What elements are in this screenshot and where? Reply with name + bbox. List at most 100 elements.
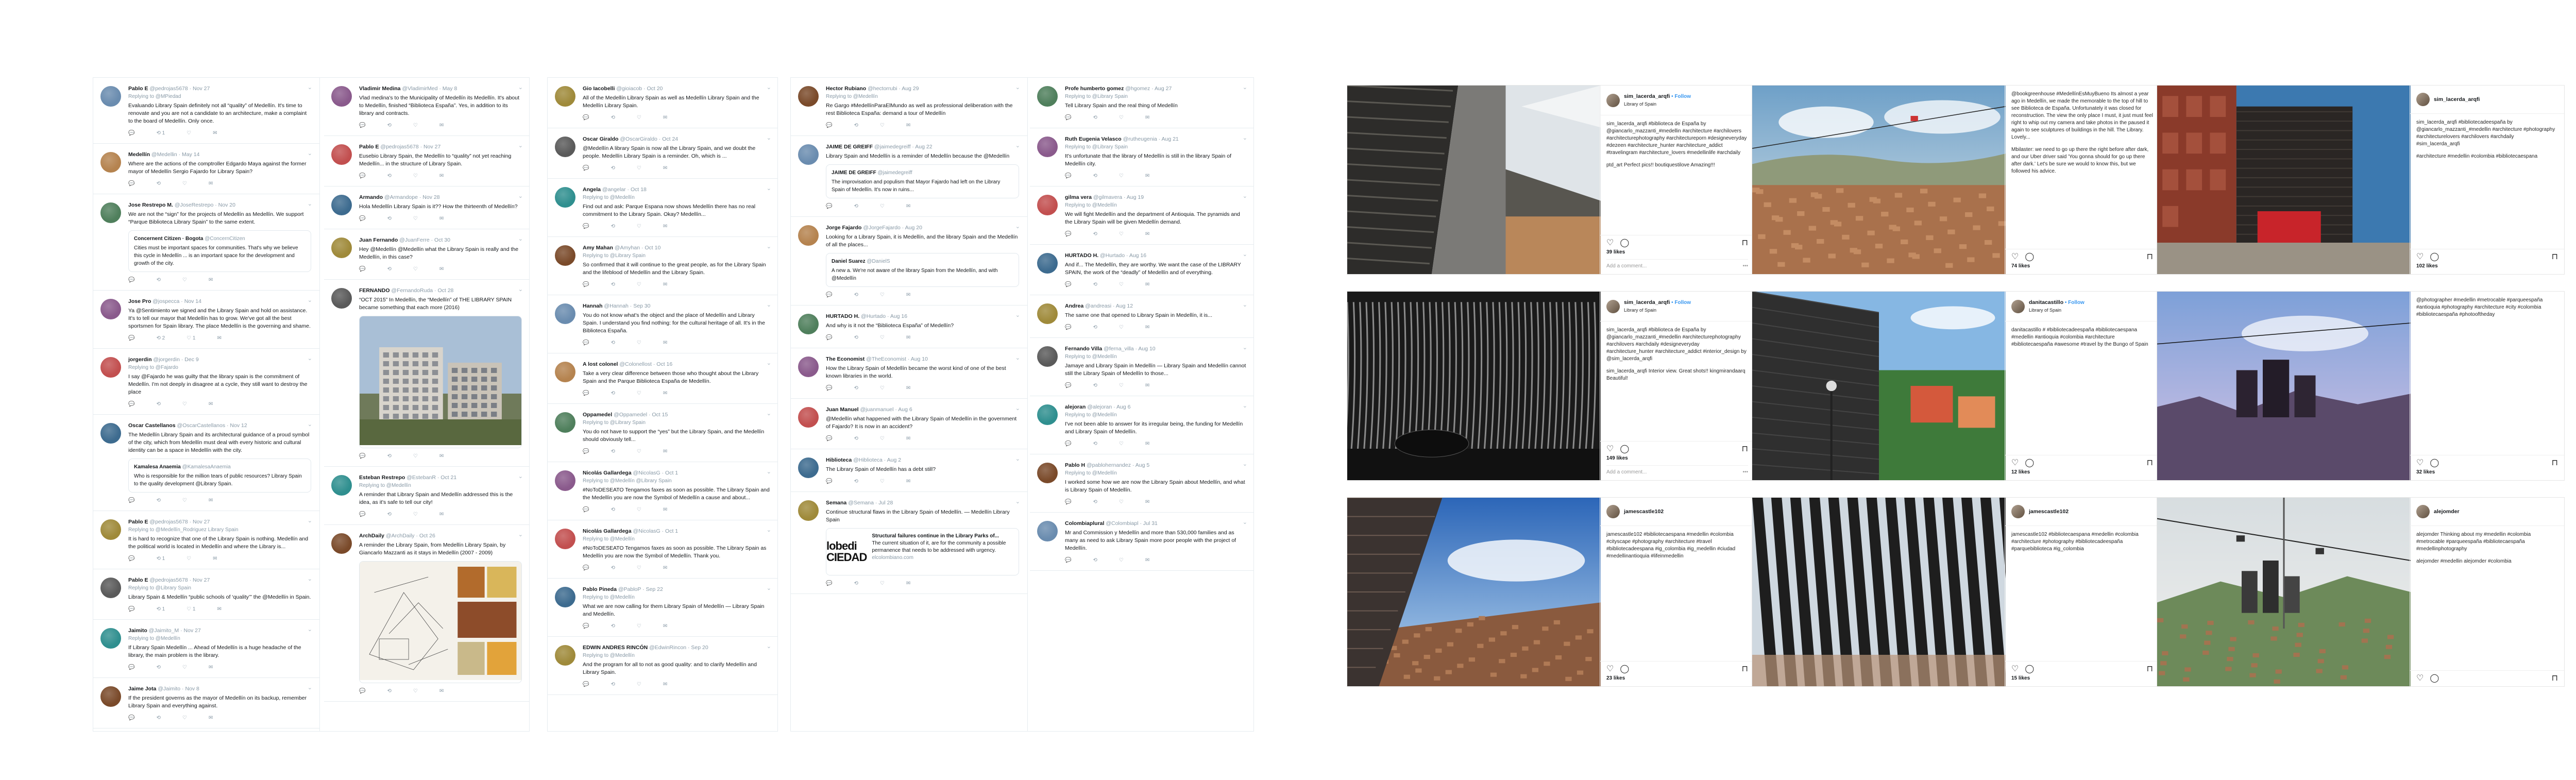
tweet-menu-icon[interactable]: ⌄ — [518, 193, 523, 200]
avatar[interactable] — [1037, 86, 1058, 107]
like-icon[interactable]: ♡ — [637, 564, 641, 572]
mail-icon[interactable]: ✉ — [217, 605, 221, 613]
avatar[interactable] — [100, 152, 121, 173]
post-photo[interactable] — [1347, 498, 1601, 686]
location-label[interactable]: Library of Spain — [1624, 307, 1691, 314]
mail-icon[interactable]: ✉ — [663, 223, 667, 230]
bookmark-icon[interactable]: ⊓ — [1742, 445, 1748, 453]
like-icon[interactable]: ♡ 1 — [187, 605, 195, 613]
tweet-author-name[interactable]: Ruth Eugenia Velasco — [1065, 136, 1122, 142]
tweet-author-name[interactable]: Hannah — [583, 303, 603, 309]
username[interactable]: jamescastle102 — [2029, 508, 2069, 515]
retweet-icon[interactable]: ⟲ — [611, 164, 615, 172]
bookmark-icon[interactable]: ⊓ — [1742, 665, 1748, 673]
comment-icon[interactable]: ◯ — [2430, 253, 2439, 261]
more-options-icon[interactable]: ••• — [1742, 469, 1748, 476]
tweet-menu-icon[interactable]: ⌄ — [1015, 312, 1020, 319]
like-icon[interactable]: ♡ — [1119, 172, 1124, 180]
avatar[interactable] — [331, 475, 352, 496]
tweet-menu-icon[interactable]: ⌄ — [308, 297, 312, 304]
retweet-icon[interactable]: ⟲ — [387, 452, 391, 460]
retweet-icon[interactable]: ⟲ — [156, 497, 160, 504]
follow-button[interactable]: • Follow — [1670, 94, 1691, 99]
retweet-icon[interactable]: ⟲ — [854, 291, 858, 299]
reply-to-line[interactable]: Replying to @Medellín — [583, 194, 770, 201]
retweet-icon[interactable]: ⟲ — [387, 172, 391, 180]
heart-icon[interactable]: ♡ — [2011, 665, 2019, 673]
reply-icon[interactable]: 💬 — [1065, 230, 1071, 238]
mail-icon[interactable]: ✉ — [1145, 556, 1149, 564]
tweet-menu-icon[interactable]: ⌄ — [518, 286, 523, 294]
tweet-menu-icon[interactable]: ⌄ — [308, 421, 312, 429]
tweet-author-name[interactable]: Jose Pro — [128, 298, 151, 304]
avatar[interactable] — [555, 645, 575, 666]
like-icon[interactable]: ♡ — [413, 215, 418, 223]
tweet-author-name[interactable]: Pablo E — [359, 144, 379, 150]
mail-icon[interactable]: ✉ — [439, 511, 444, 518]
reply-icon[interactable]: 💬 — [583, 223, 589, 230]
avatar[interactable] — [1037, 195, 1058, 215]
like-icon[interactable]: ♡ — [413, 687, 418, 695]
reply-icon[interactable]: 💬 — [826, 202, 832, 210]
location-label[interactable]: Library of Spain — [1624, 100, 1691, 108]
reply-icon[interactable]: 💬 — [128, 605, 134, 613]
tweet-menu-icon[interactable]: ⌄ — [1243, 519, 1247, 527]
tweet-menu-icon[interactable]: ⌄ — [308, 517, 312, 525]
tweet-author-name[interactable]: Nicolás Gallardega — [583, 470, 632, 476]
reply-icon[interactable]: 💬 — [1065, 281, 1071, 289]
avatar[interactable] — [331, 195, 352, 215]
tweet-author-name[interactable]: Jaime Jota — [128, 686, 156, 692]
reply-to-line[interactable]: Replying to @Fajardo — [128, 364, 311, 371]
tweet-author-name[interactable]: Jose Restrepo M. — [128, 202, 173, 208]
tweet-author-name[interactable]: Oppamedel — [583, 412, 612, 418]
tweet-photo-building[interactable] — [359, 316, 522, 448]
tweet-menu-icon[interactable]: ⌄ — [1243, 193, 1247, 200]
tweet-menu-icon[interactable]: ⌄ — [767, 585, 771, 592]
username[interactable]: jamescastle102 — [1624, 508, 1664, 515]
reply-to-line[interactable]: Replying to @Library Spain — [128, 584, 311, 592]
retweet-icon[interactable]: ⟲ — [854, 580, 858, 587]
retweet-icon[interactable]: ⟲ — [611, 448, 615, 455]
avatar[interactable] — [100, 519, 121, 540]
mail-icon[interactable]: ✉ — [906, 580, 910, 587]
tweet-author-name[interactable]: Amy Mahan — [583, 245, 613, 251]
mail-icon[interactable]: ✉ — [217, 334, 221, 342]
tweet-author-name[interactable]: Hiblioteca — [826, 457, 852, 463]
like-icon[interactable]: ♡ — [880, 334, 885, 342]
tweet-author-name[interactable]: Medellín — [128, 151, 150, 158]
like-icon[interactable]: ♡ — [1119, 498, 1124, 506]
tweet-menu-icon[interactable]: ⌄ — [308, 626, 312, 634]
retweet-icon[interactable]: ⟲ — [156, 664, 160, 671]
username[interactable]: danitacastillo — [2029, 299, 2063, 306]
mail-icon[interactable]: ✉ — [663, 389, 667, 397]
avatar[interactable] — [555, 529, 575, 549]
retweet-icon[interactable]: ⟲ — [611, 389, 615, 397]
like-icon[interactable]: ♡ — [637, 114, 641, 122]
mail-icon[interactable]: ✉ — [209, 497, 213, 504]
reply-icon[interactable]: 💬 — [128, 714, 134, 722]
avatar[interactable] — [1037, 521, 1058, 541]
heart-icon[interactable]: ♡ — [2416, 674, 2424, 683]
reply-icon[interactable]: 💬 — [826, 384, 832, 392]
avatar[interactable] — [100, 357, 121, 378]
add-comment-field[interactable]: Add a comment... ••• — [1606, 259, 1748, 270]
tweet-author-name[interactable]: Juan Manuel — [826, 406, 859, 413]
tweet-menu-icon[interactable]: ⌄ — [1243, 402, 1247, 410]
username[interactable]: sim_lacerda_arqfi — [1624, 93, 1670, 99]
comment-icon[interactable]: ◯ — [2430, 674, 2439, 683]
avatar[interactable] — [331, 144, 352, 165]
avatar[interactable] — [331, 86, 352, 107]
tweet-author-name[interactable]: Esteban Restrepo — [359, 474, 405, 481]
like-icon[interactable]: ♡ — [637, 681, 641, 688]
comment-icon[interactable]: ◯ — [1620, 445, 1629, 453]
avatar[interactable] — [555, 245, 575, 266]
reply-icon[interactable]: 💬 — [128, 664, 134, 671]
follow-button[interactable]: • Follow — [2063, 300, 2084, 306]
avatar[interactable] — [555, 187, 575, 208]
bookmark-icon[interactable]: ⊓ — [1742, 239, 1748, 247]
mail-icon[interactable]: ✉ — [439, 265, 444, 273]
reply-icon[interactable]: 💬 — [1065, 324, 1071, 331]
tweet-menu-icon[interactable]: ⌄ — [1015, 405, 1020, 413]
comment-icon[interactable]: ◯ — [2430, 459, 2439, 467]
avatar[interactable] — [1606, 299, 1620, 313]
